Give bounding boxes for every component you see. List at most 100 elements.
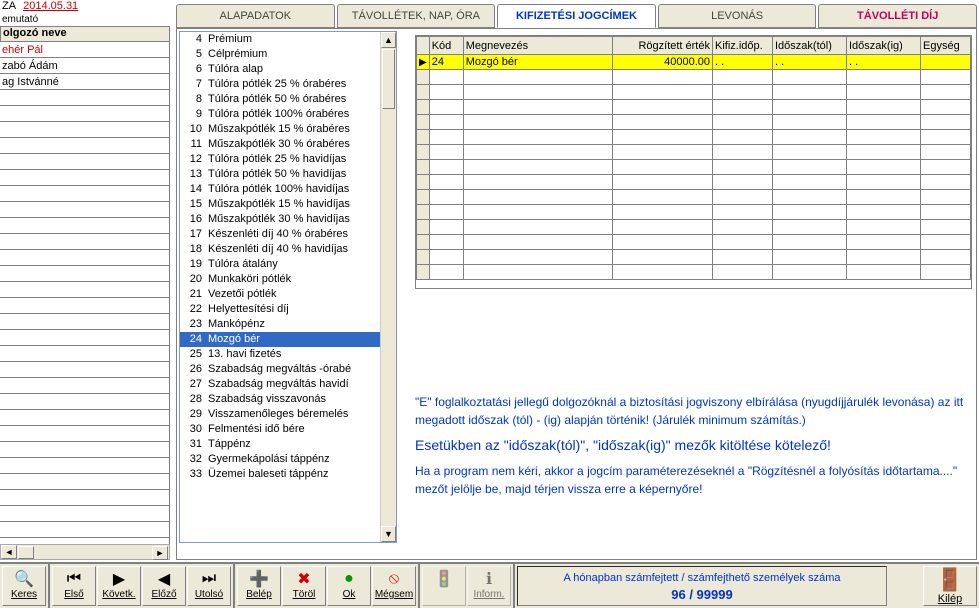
- code-item[interactable]: 2513. havi fizetés: [180, 347, 380, 362]
- grid-row[interactable]: [417, 130, 971, 145]
- grid-row[interactable]: [417, 115, 971, 130]
- code-item[interactable]: 32Gyermekápolási táppénz: [180, 452, 380, 467]
- grid-header[interactable]: Megnevezés: [463, 37, 612, 55]
- kovetk-button[interactable]: ▶Követk.: [97, 566, 141, 606]
- scroll-left-icon[interactable]: ◄: [1, 545, 17, 559]
- elozo-button[interactable]: ◀Előző: [142, 566, 186, 606]
- employee-row[interactable]: [0, 490, 169, 506]
- grid-row[interactable]: [417, 175, 971, 190]
- grid-row[interactable]: [417, 250, 971, 265]
- tab-kifizet-si-jogc-mek[interactable]: KIFIZETÉSI JOGCÍMEK: [497, 4, 656, 28]
- employee-row[interactable]: [0, 346, 169, 362]
- code-item[interactable]: 19Túlóra átalány: [180, 257, 380, 272]
- employee-row[interactable]: [0, 170, 169, 186]
- employee-row[interactable]: [0, 122, 169, 138]
- employee-row[interactable]: ag Istvánné: [0, 74, 169, 90]
- code-item[interactable]: 22Helyettesítési díj: [180, 302, 380, 317]
- grid-row[interactable]: [417, 160, 971, 175]
- employee-row[interactable]: [0, 474, 169, 490]
- employee-row[interactable]: [0, 506, 169, 522]
- keres-button[interactable]: 🔍Keres: [2, 566, 46, 606]
- scroll-right-icon[interactable]: ►: [152, 546, 168, 560]
- scroll-thumb[interactable]: [382, 49, 395, 109]
- code-item[interactable]: 4Prémium: [180, 32, 380, 47]
- grid-row[interactable]: [417, 70, 971, 85]
- grid-row[interactable]: ▶24Mozgó bér40000.00. .. .. .: [417, 55, 971, 70]
- code-item[interactable]: 15Műszakpótlék 15 % havidíjas: [180, 197, 380, 212]
- employee-row[interactable]: [0, 458, 169, 474]
- employee-row[interactable]: [0, 378, 169, 394]
- entries-grid[interactable]: KódMegnevezésRögzített értékKifiz.időp.I…: [415, 35, 972, 289]
- cell-egy[interactable]: [921, 55, 971, 70]
- employee-row[interactable]: [0, 282, 169, 298]
- kilep-button[interactable]: 🚪 Kilép: [923, 566, 977, 606]
- grid-header[interactable]: Kód: [429, 37, 463, 55]
- code-vscrollbar[interactable]: ▲ ▼: [380, 32, 396, 542]
- code-item[interactable]: 6Túlóra alap: [180, 62, 380, 77]
- employee-row[interactable]: [0, 298, 169, 314]
- employee-row[interactable]: [0, 138, 169, 154]
- header-date[interactable]: 2014.05.31: [23, 0, 78, 12]
- ok-button[interactable]: ●Ok: [327, 566, 371, 606]
- grid-row[interactable]: [417, 190, 971, 205]
- grid-row[interactable]: [417, 220, 971, 235]
- code-item[interactable]: 20Munkaköri pótlék: [180, 272, 380, 287]
- employee-row[interactable]: [0, 442, 169, 458]
- employee-row[interactable]: [0, 218, 169, 234]
- code-item[interactable]: 17Készenléti díj 40 % órabéres: [180, 227, 380, 242]
- employee-row[interactable]: [0, 522, 169, 538]
- tab-alapadatok[interactable]: ALAPADATOK: [176, 4, 335, 28]
- elso-button[interactable]: ⏮Első: [52, 566, 96, 606]
- code-item[interactable]: 24Mozgó bér: [180, 332, 380, 347]
- code-item[interactable]: 30Felmentési idő bére: [180, 422, 380, 437]
- scroll-down-icon[interactable]: ▼: [381, 526, 396, 542]
- grid-row[interactable]: [417, 85, 971, 100]
- cell-ertek[interactable]: 40000.00: [613, 55, 713, 70]
- code-item[interactable]: 7Túlóra pótlék 25 % órabéres: [180, 77, 380, 92]
- grid-row[interactable]: [417, 205, 971, 220]
- code-item[interactable]: 31Táppénz: [180, 437, 380, 452]
- code-item[interactable]: 29Visszamenőleges béremelés: [180, 407, 380, 422]
- cell-ido[interactable]: . .: [713, 55, 773, 70]
- grid-row[interactable]: [417, 235, 971, 250]
- code-item[interactable]: 16Műszakpótlék 30 % havidíjas: [180, 212, 380, 227]
- employee-row[interactable]: ehér Pál: [0, 42, 169, 58]
- code-item[interactable]: 5Célprémium: [180, 47, 380, 62]
- code-item[interactable]: 8Túlóra pótlék 50 % órabéres: [180, 92, 380, 107]
- employee-row[interactable]: [0, 234, 169, 250]
- code-item[interactable]: 27Szabadság megváltás havidí: [180, 377, 380, 392]
- torol-button[interactable]: ✖Töröl: [282, 566, 326, 606]
- code-item[interactable]: 9Túlóra pótlék 100% órabéres: [180, 107, 380, 122]
- employee-row[interactable]: [0, 314, 169, 330]
- code-item[interactable]: 18Készenléti díj 40 % havidíjas: [180, 242, 380, 257]
- grid-row[interactable]: [417, 265, 971, 280]
- employee-row[interactable]: [0, 106, 169, 122]
- employee-list[interactable]: ehér Pálzabó Ádámag Istvánné: [0, 42, 170, 548]
- scroll-up-icon[interactable]: ▲: [381, 32, 396, 48]
- code-listbox[interactable]: 4Prémium5Célprémium6Túlóra alap7Túlóra p…: [179, 31, 397, 543]
- code-item[interactable]: 26Szabadság megváltás -órabé: [180, 362, 380, 377]
- employee-row[interactable]: [0, 250, 169, 266]
- tab-levon-s[interactable]: LEVONÁS: [658, 4, 817, 28]
- grid-row[interactable]: [417, 100, 971, 115]
- grid-header[interactable]: Időszak(ig): [847, 37, 921, 55]
- grid-header[interactable]: Időszak(tól): [773, 37, 847, 55]
- employee-row[interactable]: zabó Ádám: [0, 58, 169, 74]
- code-item[interactable]: 11Műszakpótlék 30 % órabéres: [180, 137, 380, 152]
- cell-tol[interactable]: . .: [773, 55, 847, 70]
- tab-t-voll-ti-d-j[interactable]: TÁVOLLÉTI DÍJ: [818, 4, 977, 28]
- utolso-button[interactable]: ⏭Utolsó: [187, 566, 231, 606]
- employee-row[interactable]: [0, 186, 169, 202]
- cell-ig[interactable]: . .: [847, 55, 921, 70]
- employee-row[interactable]: [0, 426, 169, 442]
- megsem-button[interactable]: ⦸Mégsem: [372, 566, 416, 606]
- scroll-thumb[interactable]: [18, 546, 34, 559]
- cell-kod[interactable]: 24: [429, 55, 463, 70]
- employee-row[interactable]: [0, 154, 169, 170]
- employee-row[interactable]: [0, 90, 169, 106]
- employee-row[interactable]: [0, 202, 169, 218]
- code-item[interactable]: 23Mankópénz: [180, 317, 380, 332]
- code-item[interactable]: 33Üzemei baleseti táppénz: [180, 467, 380, 482]
- grid-header[interactable]: Egység: [921, 37, 971, 55]
- code-item[interactable]: 21Vezetői pótlék: [180, 287, 380, 302]
